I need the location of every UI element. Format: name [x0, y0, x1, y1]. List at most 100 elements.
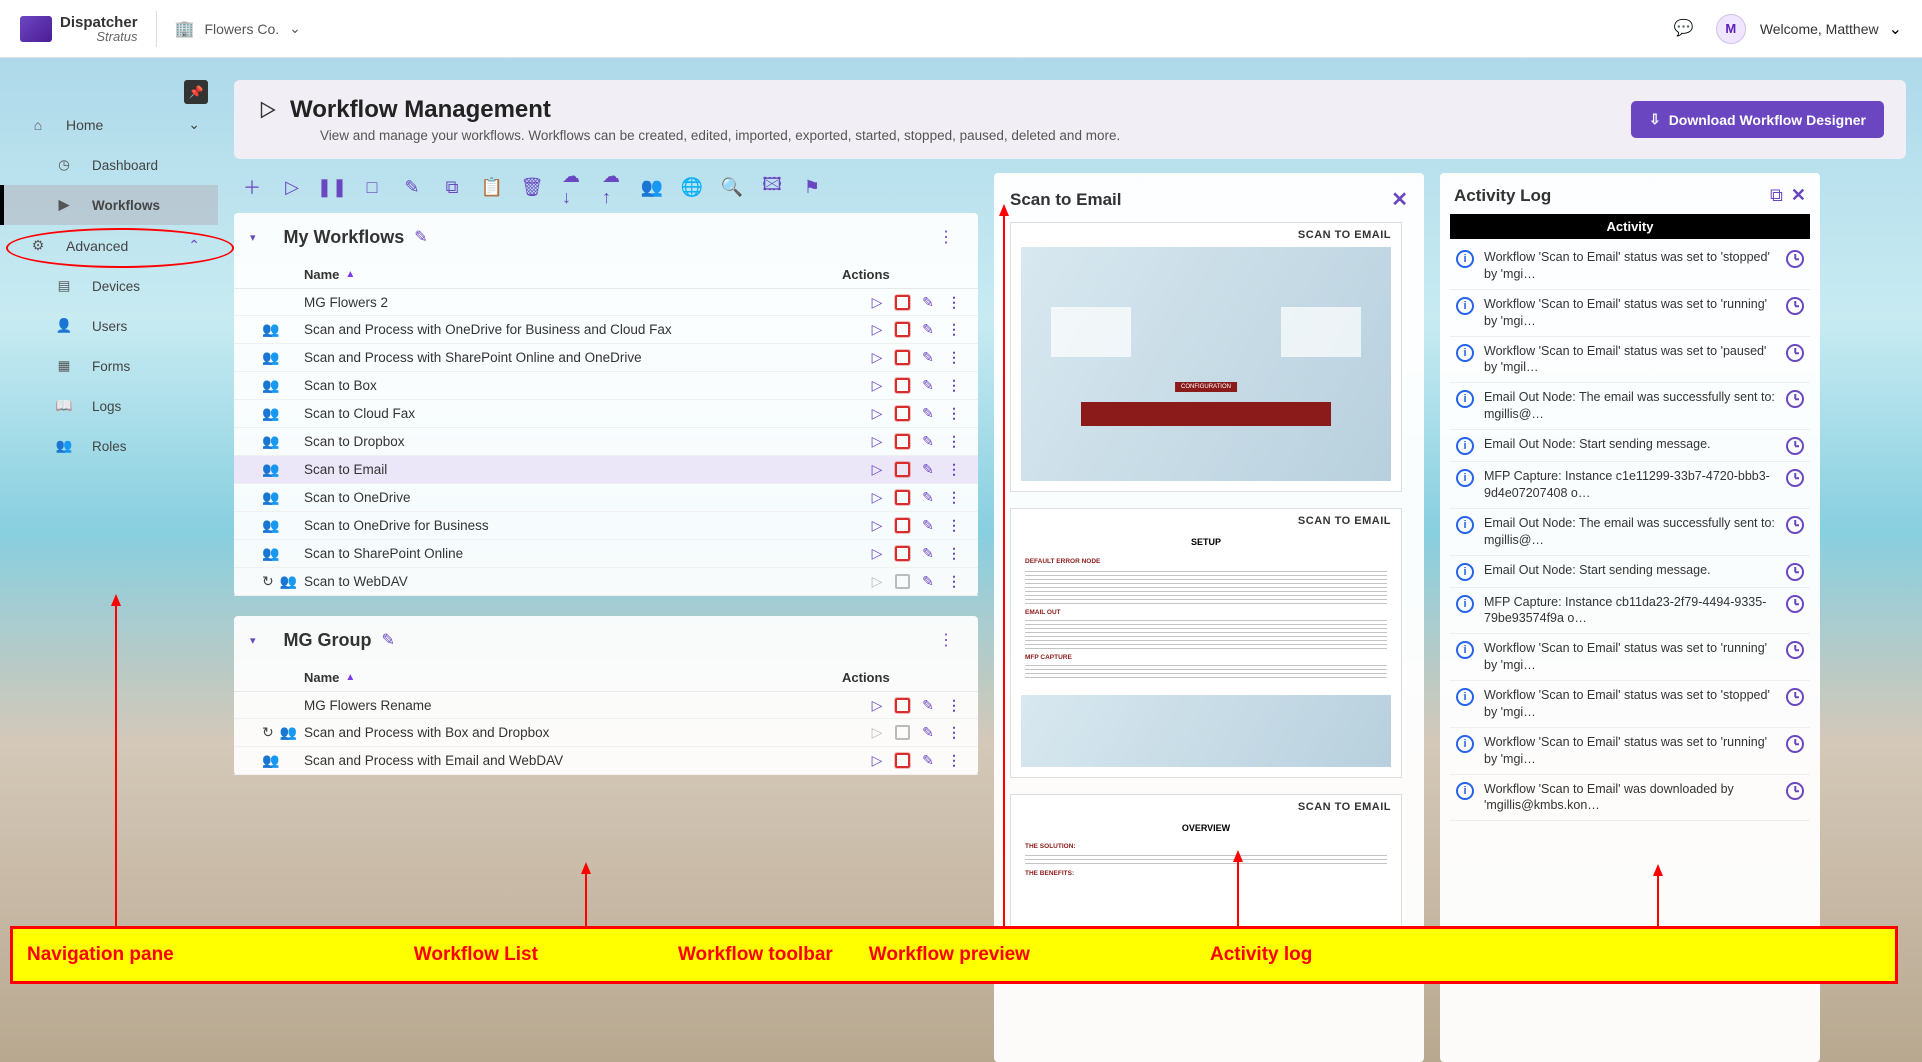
row-menu-icon[interactable]: ⋮ — [946, 490, 962, 506]
chevron-down-icon[interactable]: ⌄ — [1889, 19, 1902, 39]
row-menu-icon[interactable]: ⋮ — [946, 350, 962, 366]
row-menu-icon[interactable]: ⋮ — [946, 322, 962, 338]
activity-row[interactable]: i MFP Capture: Instance c1e11299-33b7-47… — [1450, 462, 1810, 509]
edit-icon[interactable]: ✎ — [920, 350, 936, 366]
paste-icon[interactable]: 📋 — [482, 177, 502, 197]
edit-icon[interactable]: ✎ — [920, 697, 936, 713]
close-icon[interactable]: ✕ — [1391, 187, 1408, 212]
play-icon[interactable]: ▷ — [869, 322, 885, 338]
edit-group-icon[interactable]: ✎ — [382, 630, 395, 650]
play-icon[interactable]: ▷ — [869, 434, 885, 450]
row-menu-icon[interactable]: ⋮ — [946, 546, 962, 562]
row-menu-icon[interactable]: ⋮ — [946, 378, 962, 394]
activity-row[interactable]: i Workflow 'Scan to Email' status was se… — [1450, 337, 1810, 384]
name-column-header[interactable]: Name ▲ — [304, 267, 842, 282]
play-icon[interactable]: ▷ — [869, 378, 885, 394]
company-selector[interactable]: 🏢 Flowers Co. ⌄ — [175, 19, 301, 39]
popout-icon[interactable]: ⧉ — [1770, 185, 1783, 206]
nav-home[interactable]: ⌂ Home ⌄ — [0, 104, 218, 145]
add-icon[interactable]: ＋ — [242, 177, 262, 197]
stop-icon[interactable] — [895, 490, 910, 505]
row-menu-icon[interactable]: ⋮ — [946, 294, 962, 310]
row-menu-icon[interactable]: ⋮ — [946, 753, 962, 769]
row-menu-icon[interactable]: ⋮ — [946, 434, 962, 450]
nav-dashboard[interactable]: ◷ Dashboard — [0, 145, 218, 185]
row-menu-icon[interactable]: ⋮ — [946, 697, 962, 713]
play-icon[interactable]: ▷ — [869, 518, 885, 534]
cloud-down-icon[interactable]: ☁↓ — [562, 177, 582, 197]
stop-icon[interactable] — [895, 546, 910, 561]
workflow-row[interactable]: 👥 Scan to Box ▷ ✎ ⋮ — [234, 372, 978, 400]
stop-icon[interactable] — [895, 462, 910, 477]
name-column-header[interactable]: Name ▲ — [304, 670, 842, 685]
stop-icon[interactable] — [895, 378, 910, 393]
preview-scroll[interactable]: SCAN TO EMAIL CONFIGURATION SCAN TO EMAI… — [1010, 222, 1408, 1048]
workflow-row[interactable]: 👥 Scan to Dropbox ▷ ✎ ⋮ — [234, 428, 978, 456]
close-icon[interactable]: ✕ — [1791, 185, 1806, 206]
pin-button[interactable]: 📌 — [184, 80, 208, 104]
edit-icon[interactable]: ✎ — [920, 546, 936, 562]
edit-group-icon[interactable]: ✎ — [414, 227, 427, 247]
activity-row[interactable]: i Workflow 'Scan to Email' status was se… — [1450, 681, 1810, 728]
play-icon[interactable]: ▷ — [869, 753, 885, 769]
pause-icon[interactable]: ❚❚ — [322, 177, 342, 197]
edit-icon[interactable]: ✎ — [402, 177, 422, 197]
edit-icon[interactable]: ✎ — [920, 518, 936, 534]
stop-icon[interactable] — [895, 350, 910, 365]
edit-icon[interactable]: ✎ — [920, 574, 936, 590]
collapse-icon[interactable]: ▾ — [250, 231, 256, 244]
row-menu-icon[interactable]: ⋮ — [946, 574, 962, 590]
share-icon[interactable]: 👥 — [642, 177, 662, 197]
cloud-up-icon[interactable]: ☁↑ — [602, 177, 622, 197]
workflow-row[interactable]: 👥 Scan and Process with OneDrive for Bus… — [234, 316, 978, 344]
edit-icon[interactable]: ✎ — [920, 294, 936, 310]
workflow-row[interactable]: MG Flowers 2 ▷ ✎ ⋮ — [234, 289, 978, 316]
delete-icon[interactable]: 🗑 — [522, 177, 542, 197]
nav-roles[interactable]: 👥 Roles — [0, 426, 218, 466]
activity-row[interactable]: i Email Out Node: The email was successf… — [1450, 509, 1810, 556]
workflow-row[interactable]: 👥 Scan to Cloud Fax ▷ ✎ ⋮ — [234, 400, 978, 428]
nav-devices[interactable]: ▤ Devices — [0, 266, 218, 306]
workflow-row[interactable]: MG Flowers Rename ▷ ✎ ⋮ — [234, 692, 978, 719]
workflow-row[interactable]: 👥 Scan to OneDrive ▷ ✎ ⋮ — [234, 484, 978, 512]
workflow-row[interactable]: ↻👥 Scan and Process with Box and Dropbox… — [234, 719, 978, 747]
stop-icon[interactable]: □ — [362, 177, 382, 197]
workflow-row[interactable]: 👥 Scan and Process with SharePoint Onlin… — [234, 344, 978, 372]
nav-logs[interactable]: 📖 Logs — [0, 386, 218, 426]
avatar[interactable]: M — [1716, 14, 1746, 44]
activity-row[interactable]: i Email Out Node: The email was successf… — [1450, 383, 1810, 430]
activity-row[interactable]: i Workflow 'Scan to Email' was downloade… — [1450, 775, 1810, 822]
activity-row[interactable]: i Workflow 'Scan to Email' status was se… — [1450, 728, 1810, 775]
edit-icon[interactable]: ✎ — [920, 434, 936, 450]
stop-icon[interactable] — [895, 698, 910, 713]
row-menu-icon[interactable]: ⋮ — [946, 518, 962, 534]
play-icon[interactable]: ▷ — [869, 546, 885, 562]
flag-off-icon[interactable]: ⚑ — [802, 177, 822, 197]
activity-row[interactable]: i MFP Capture: Instance cb11da23-2f79-44… — [1450, 588, 1810, 635]
group-menu-icon[interactable]: ⋮ — [930, 223, 962, 251]
play-icon[interactable]: ▷ — [869, 294, 885, 310]
play-icon[interactable]: ▷ — [869, 462, 885, 478]
copy-icon[interactable]: ⧉ — [442, 177, 462, 197]
stop-icon[interactable] — [895, 518, 910, 533]
nav-forms[interactable]: ▦ Forms — [0, 346, 218, 386]
play-icon[interactable]: ▷ — [869, 350, 885, 366]
play-icon[interactable]: ▷ — [869, 490, 885, 506]
nav-advanced[interactable]: ⚙ Advanced ⌃ — [0, 225, 218, 266]
edit-icon[interactable]: ✎ — [920, 378, 936, 394]
workflow-row[interactable]: 👥 Scan and Process with Email and WebDAV… — [234, 747, 978, 775]
edit-icon[interactable]: ✎ — [920, 322, 936, 338]
stop-icon[interactable] — [895, 406, 910, 421]
edit-icon[interactable]: ✎ — [920, 725, 936, 741]
activity-row[interactable]: i Email Out Node: Start sending message. — [1450, 430, 1810, 462]
workflow-row[interactable]: 👥 Scan to Email ▷ ✎ ⋮ — [234, 456, 978, 484]
globe-icon[interactable]: 🌐 — [682, 177, 702, 197]
row-menu-icon[interactable]: ⋮ — [946, 462, 962, 478]
activity-row[interactable]: i Workflow 'Scan to Email' status was se… — [1450, 634, 1810, 681]
play-icon[interactable]: ▷ — [869, 697, 885, 713]
collapse-icon[interactable]: ▾ — [250, 634, 256, 647]
activity-tab[interactable]: Activity — [1450, 214, 1810, 239]
nav-workflows[interactable]: ▶ Workflows — [0, 185, 218, 225]
edit-icon[interactable]: ✎ — [920, 462, 936, 478]
group-menu-icon[interactable]: ⋮ — [930, 626, 962, 654]
